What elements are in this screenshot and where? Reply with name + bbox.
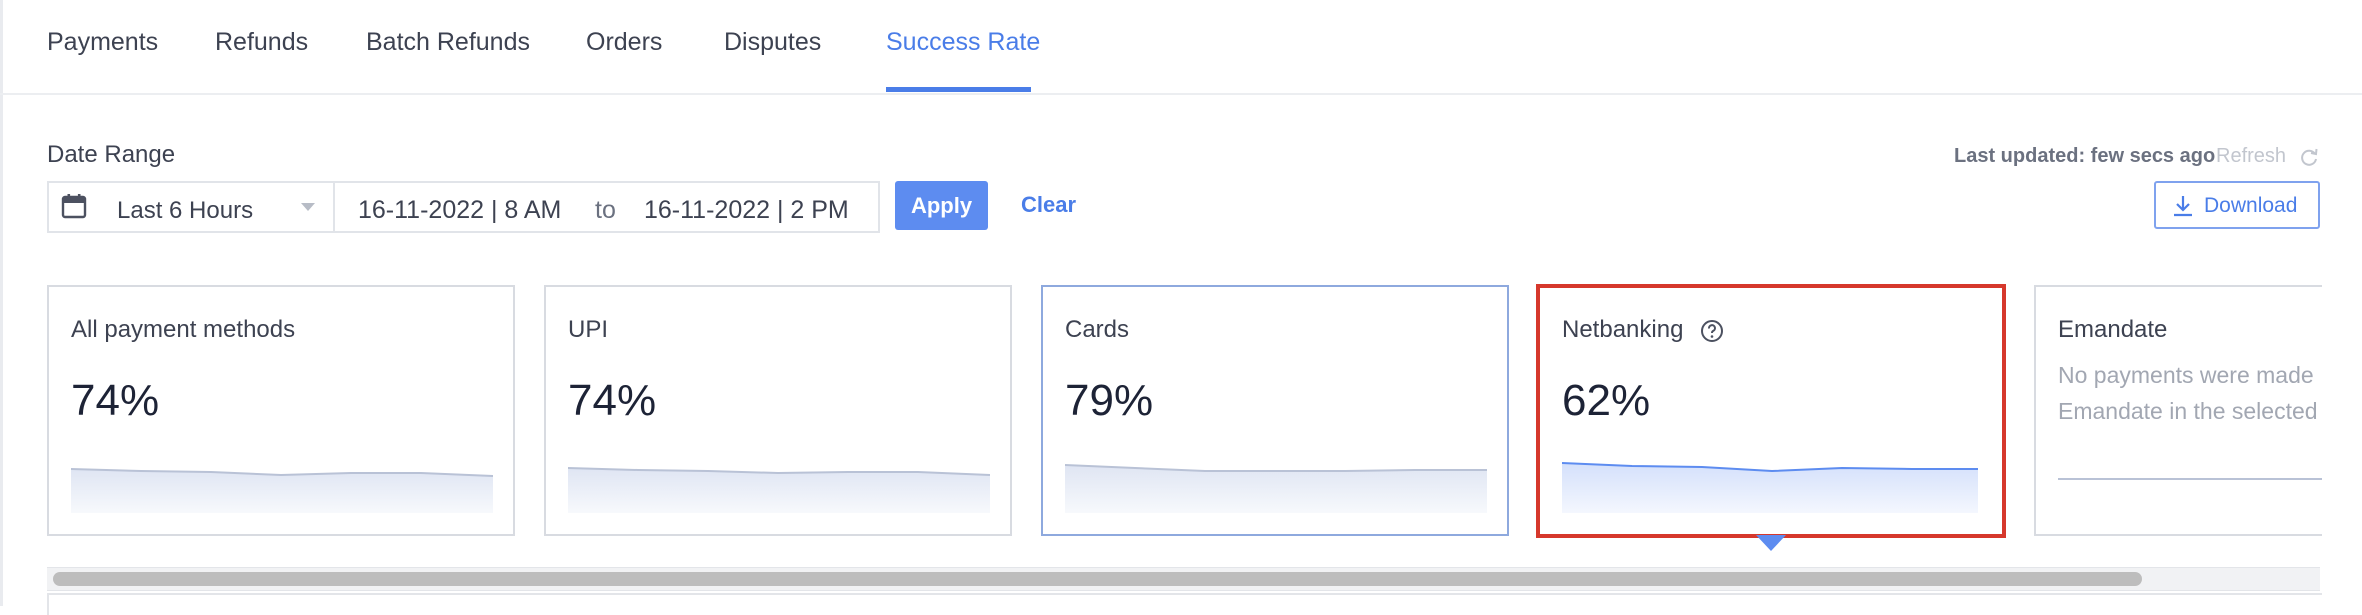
card-success-rate: 74% [71, 376, 160, 425]
card-upi[interactable]: UPI 74% [544, 285, 1012, 536]
card-title: UPI [568, 316, 609, 343]
date-divider [333, 183, 335, 231]
clear-button[interactable]: Clear [1021, 192, 1076, 218]
active-tab-indicator [886, 87, 1031, 92]
download-icon [2174, 196, 2192, 217]
card-success-rate: 79% [1065, 376, 1154, 425]
card-cards[interactable]: Cards 79% [1041, 285, 1509, 536]
date-range-picker[interactable]: Last 6 Hours 16-11-2022 | 8 AM to 16-11-… [47, 181, 880, 233]
download-button[interactable]: Download [2154, 181, 2320, 229]
sparkline [71, 468, 493, 513]
help-circle-icon[interactable] [1700, 319, 1724, 343]
card-title: Cards [1065, 316, 1130, 343]
card-emandate[interactable]: Emandate No payments were made Emandate … [2034, 285, 2362, 536]
caret-down-icon[interactable] [301, 203, 315, 211]
selected-card-pointer [1756, 535, 1786, 551]
details-panel [47, 593, 2322, 615]
tab-payments[interactable]: Payments [47, 28, 158, 57]
refresh-icon[interactable] [2298, 146, 2320, 168]
card-title: All payment methods [71, 316, 296, 343]
overflow-fade [2322, 270, 2362, 570]
from-date-input[interactable]: 16-11-2022 | 8 AM [358, 196, 561, 225]
date-range-label: Date Range [47, 141, 176, 168]
card-title: Emandate [2058, 316, 2168, 343]
tab-orders[interactable]: Orders [586, 28, 662, 57]
tab-batch-refunds[interactable]: Batch Refunds [366, 28, 530, 57]
empty-state-message: No payments were made Emandate in the se… [2058, 357, 2318, 429]
sparkline [568, 467, 990, 513]
refresh-link[interactable]: Refresh [2216, 145, 2286, 168]
sparkline [1562, 462, 1978, 513]
scrollbar-thumb[interactable] [53, 572, 2142, 586]
card-success-rate: 74% [568, 376, 657, 425]
card-success-rate: 62% [1562, 376, 1651, 425]
card-title: Netbanking [1562, 316, 1684, 343]
preset-select[interactable]: Last 6 Hours [117, 197, 253, 225]
tab-disputes[interactable]: Disputes [724, 28, 821, 57]
sparkline [1065, 464, 1487, 513]
horizontal-scrollbar[interactable] [47, 567, 2320, 591]
download-label: Download [2204, 194, 2298, 217]
apply-button[interactable]: Apply [895, 181, 988, 230]
tab-bar: Payments Refunds Batch Refunds Orders Di… [0, 0, 2362, 95]
empty-state-line: No payments were made [2058, 362, 2314, 388]
to-separator: to [595, 196, 616, 224]
empty-state-line: Emandate in the selected [2058, 398, 2318, 424]
card-all-payment-methods[interactable]: All payment methods 74% [47, 285, 515, 536]
card-netbanking[interactable]: Netbanking 62% [1538, 285, 2004, 536]
last-updated-text: Last updated: few secs ago [1954, 145, 2216, 167]
tab-success-rate[interactable]: Success Rate [886, 28, 1040, 57]
calendar-icon[interactable] [61, 193, 87, 219]
tab-refunds[interactable]: Refunds [215, 28, 308, 57]
to-date-input[interactable]: 16-11-2022 | 2 PM [644, 196, 849, 225]
sparkline-empty [2058, 478, 2358, 480]
